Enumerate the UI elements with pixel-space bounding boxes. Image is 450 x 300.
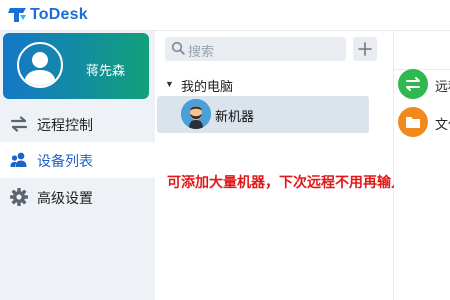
- swap-arrows-icon: [398, 69, 428, 99]
- group-label: 我的电脑: [181, 79, 234, 94]
- file-transfer-button[interactable]: 文件: [398, 107, 450, 137]
- search-input[interactable]: 搜索: [165, 37, 346, 61]
- device-group-header[interactable]: ▼ 我的电脑: [165, 76, 385, 94]
- bearded-man-avatar-icon: [181, 99, 211, 129]
- sidebar-item-remote-control[interactable]: 远程控制: [0, 106, 155, 142]
- action-label: 远程: [435, 79, 450, 94]
- sidebar: 蒋先森 远程控制 设备列表 高级设置: [0, 31, 155, 300]
- user-silhouette-icon: [24, 52, 56, 86]
- sidebar-item-label: 远程控制: [37, 117, 93, 133]
- sidebar-item-advanced-settings[interactable]: 高级设置: [0, 179, 155, 215]
- users-icon: [10, 152, 27, 167]
- action-label: 文件: [435, 117, 450, 132]
- app-title: ToDesk: [30, 6, 88, 23]
- user-avatar[interactable]: [17, 42, 63, 88]
- todesk-logo-icon: [8, 8, 26, 22]
- sidebar-item-device-list[interactable]: 设备列表: [0, 142, 155, 178]
- user-name: 蒋先森: [86, 63, 126, 78]
- machine-avatar: [181, 99, 211, 129]
- search-placeholder: 搜索: [188, 44, 215, 59]
- remote-action-button[interactable]: 远程: [398, 69, 450, 99]
- device-detail-panel: 远程 文件: [394, 31, 450, 300]
- device-list-panel: 搜索 ▼ 我的电脑 新机器: [155, 31, 394, 300]
- sidebar-item-label: 高级设置: [37, 190, 93, 206]
- folder-icon: [398, 107, 428, 137]
- machine-name: 新机器: [215, 109, 255, 124]
- detail-header: [394, 31, 450, 70]
- plus-icon: [358, 42, 372, 56]
- sidebar-item-label: 设备列表: [37, 153, 93, 169]
- gear-icon: [10, 188, 28, 206]
- title-bar: ToDesk: [0, 0, 450, 31]
- device-list-item[interactable]: 新机器: [157, 96, 369, 133]
- search-icon: [171, 41, 185, 55]
- caret-down-icon: ▼: [165, 79, 174, 89]
- transfer-arrows-icon: [10, 116, 28, 132]
- add-device-button[interactable]: [353, 37, 377, 61]
- profile-card[interactable]: 蒋先森: [3, 33, 149, 99]
